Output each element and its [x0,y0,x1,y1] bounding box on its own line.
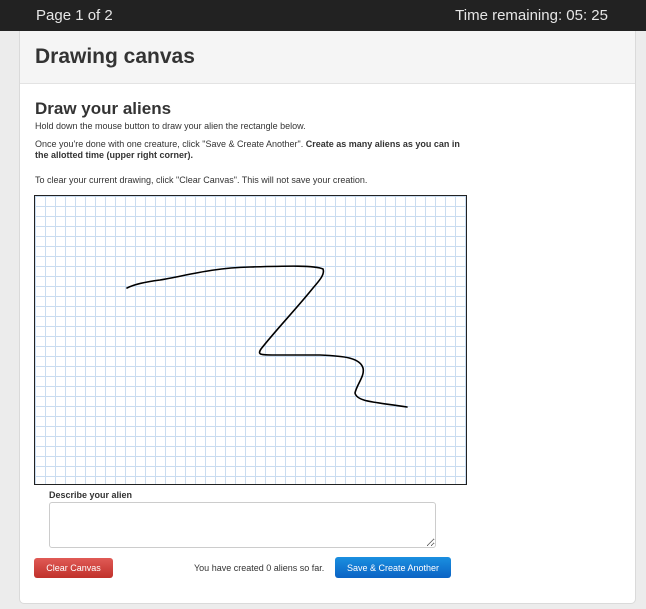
save-and-create-another-button[interactable]: Save & Create Another [335,557,451,578]
drawing-canvas[interactable] [34,195,467,485]
time-remaining: Time remaining: 05: 25 [455,7,608,24]
instruction-line-3: To clear your current drawing, click "Cl… [35,175,368,185]
instruction-line-2: Once you're done with one creature, clic… [35,139,475,161]
drawn-stroke [126,265,408,408]
page-indicator: Page 1 of 2 [36,7,113,24]
instruction-line-1: Hold down the mouse button to draw your … [35,121,306,131]
instruction-line-2-text: Once you're done with one creature, clic… [35,139,306,149]
describe-alien-label: Describe your alien [49,490,133,500]
describe-alien-textarea[interactable] [49,502,436,548]
panel-header: Drawing canvas [20,31,635,84]
instructions-heading: Draw your aliens [35,99,172,118]
top-bar: Page 1 of 2 Time remaining: 05: 25 [0,0,646,31]
drawing-stroke-layer [126,265,408,408]
aliens-created-status: You have created 0 aliens so far. [194,563,325,573]
page-title: Drawing canvas [35,45,195,68]
clear-canvas-button[interactable]: Clear Canvas [34,558,113,578]
instructions: Draw your aliens Hold down the mouse but… [35,99,625,185]
